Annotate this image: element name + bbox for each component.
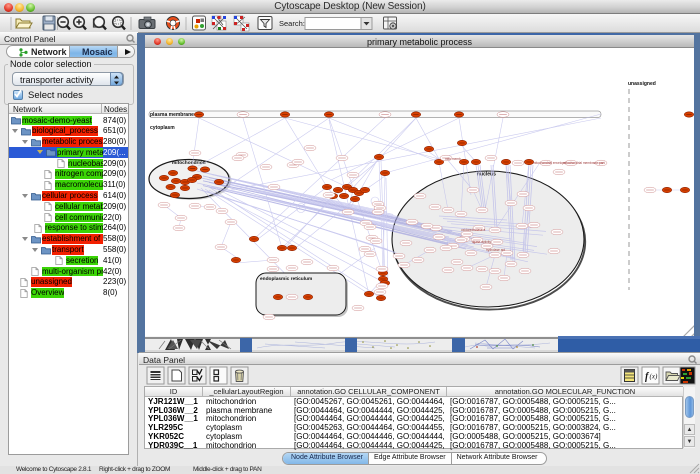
svg-text:plasma membrane: plasma membrane (150, 112, 194, 118)
svg-text:mitochondrial membrane part: mitochondrial membrane part (563, 161, 605, 165)
svg-text:ligase activity: ligase activity (472, 240, 491, 244)
svg-text:mitochondrial envelope: mitochondrial envelope (533, 161, 566, 165)
svg-text:endoplasmic reticulum: endoplasmic reticulum (260, 276, 312, 282)
svg-text:(x): (x) (650, 373, 658, 381)
svg-text:mito memb: mito memb (445, 157, 461, 161)
svg-text:unassigned: unassigned (628, 81, 656, 87)
svg-text:oxidoreductase a: oxidoreductase a (461, 228, 486, 232)
svg-text:Search:: Search: (279, 19, 305, 28)
svg-text:cytoplasm: cytoplasm (150, 125, 175, 131)
svg-text:mitochondrion: mitochondrion (172, 160, 206, 166)
svg-text:hydrolase act: hydrolase act (486, 248, 505, 252)
